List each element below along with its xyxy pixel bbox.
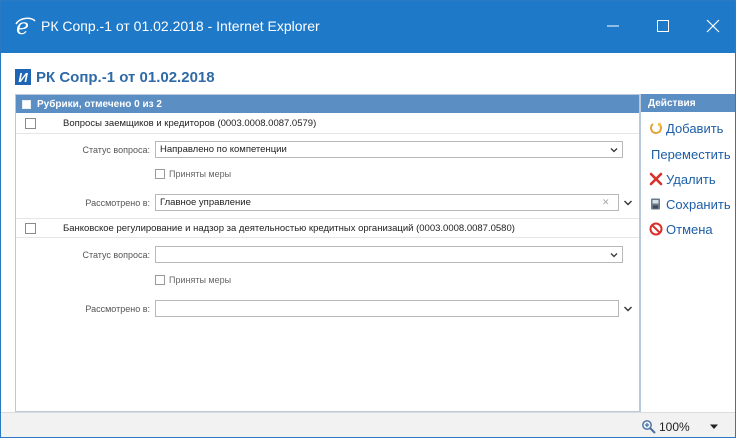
select-all-checkbox[interactable] [22, 99, 31, 109]
title-bar: e РК Сопр.-1 от 01.02.2018 - Internet Ex… [1, 1, 735, 53]
chevron-down-icon[interactable] [623, 198, 633, 208]
delete-label: Удалить [666, 171, 716, 187]
zoom-control[interactable]: 100% [641, 419, 690, 435]
chevron-down-icon[interactable] [623, 304, 633, 314]
move-label: Переместить [651, 146, 731, 162]
actions-panel: Действия Добавить Переместить Удалить Со… [640, 94, 735, 412]
add-button[interactable]: Добавить [649, 118, 723, 138]
status-select[interactable]: Направлено по компетенции [155, 141, 623, 158]
reviewed-field[interactable]: Главное управление ✕ [155, 194, 619, 211]
reviewed-label: Рассмотрено в: [85, 198, 150, 208]
close-icon [706, 19, 720, 33]
measures-checkbox[interactable] [155, 275, 165, 285]
internet-explorer-icon: e [15, 15, 36, 37]
document-header: И РК Сопр.-1 от 01.02.2018 [15, 67, 215, 87]
status-select[interactable] [155, 246, 623, 263]
rubric-checkbox[interactable] [25, 223, 36, 234]
save-button[interactable]: Сохранить [649, 194, 731, 214]
save-icon [649, 197, 663, 211]
cancel-icon [649, 222, 663, 236]
close-button[interactable] [695, 11, 731, 41]
maximize-icon [657, 20, 669, 32]
zoom-level: 100% [659, 420, 690, 434]
chevron-down-icon[interactable] [709, 423, 719, 431]
measures-label: Приняты меры [169, 169, 232, 179]
cancel-button[interactable]: Отмена [649, 219, 713, 239]
measures-label: Приняты меры [169, 275, 232, 285]
delete-icon [649, 172, 663, 186]
document-title: РК Сопр.-1 от 01.02.2018 [36, 68, 215, 86]
reviewed-value: Главное управление [160, 197, 251, 208]
rubric-row: Банковское регулирование и надзор за дея… [16, 218, 639, 238]
status-bar: 100% [1, 412, 735, 437]
chevron-down-icon [610, 253, 618, 258]
rubric-row: Вопросы заемщиков и кредиторов (0003.000… [16, 114, 639, 134]
save-label: Сохранить [666, 196, 731, 212]
add-icon [649, 121, 663, 135]
rubrics-header-label: Рубрики, отмечено 0 из 2 [37, 98, 162, 110]
document-type-badge: И [15, 69, 31, 85]
rubric-name: Банковское регулирование и надзор за дея… [63, 223, 515, 234]
cancel-label: Отмена [666, 221, 713, 237]
delete-button[interactable]: Удалить [649, 169, 716, 189]
rubric-checkbox[interactable] [25, 118, 36, 129]
maximize-button[interactable] [645, 11, 681, 41]
minimize-icon [607, 25, 619, 27]
reviewed-field[interactable] [155, 300, 619, 317]
status-label: Статус вопроса: [82, 145, 150, 155]
rubrics-header: Рубрики, отмечено 0 из 2 [16, 95, 639, 113]
rubric-name: Вопросы заемщиков и кредиторов (0003.000… [63, 118, 317, 129]
actions-header: Действия [641, 94, 735, 112]
rubrics-panel: Рубрики, отмечено 0 из 2 Вопросы заемщик… [15, 94, 640, 412]
chevron-down-icon [610, 148, 618, 153]
add-label: Добавить [666, 120, 724, 136]
status-value: Направлено по компетенции [160, 144, 287, 155]
measures-checkbox[interactable] [155, 169, 165, 179]
zoom-icon [642, 420, 656, 434]
reviewed-label: Рассмотрено в: [85, 304, 150, 314]
minimize-button[interactable] [595, 11, 631, 41]
window-title: РК Сопр.-1 от 01.02.2018 - Internet Expl… [41, 18, 320, 34]
status-label: Статус вопроса: [82, 250, 150, 260]
browser-window: e РК Сопр.-1 от 01.02.2018 - Internet Ex… [0, 0, 736, 438]
move-button[interactable]: Переместить [651, 144, 731, 164]
clear-icon[interactable]: ✕ [602, 197, 612, 208]
